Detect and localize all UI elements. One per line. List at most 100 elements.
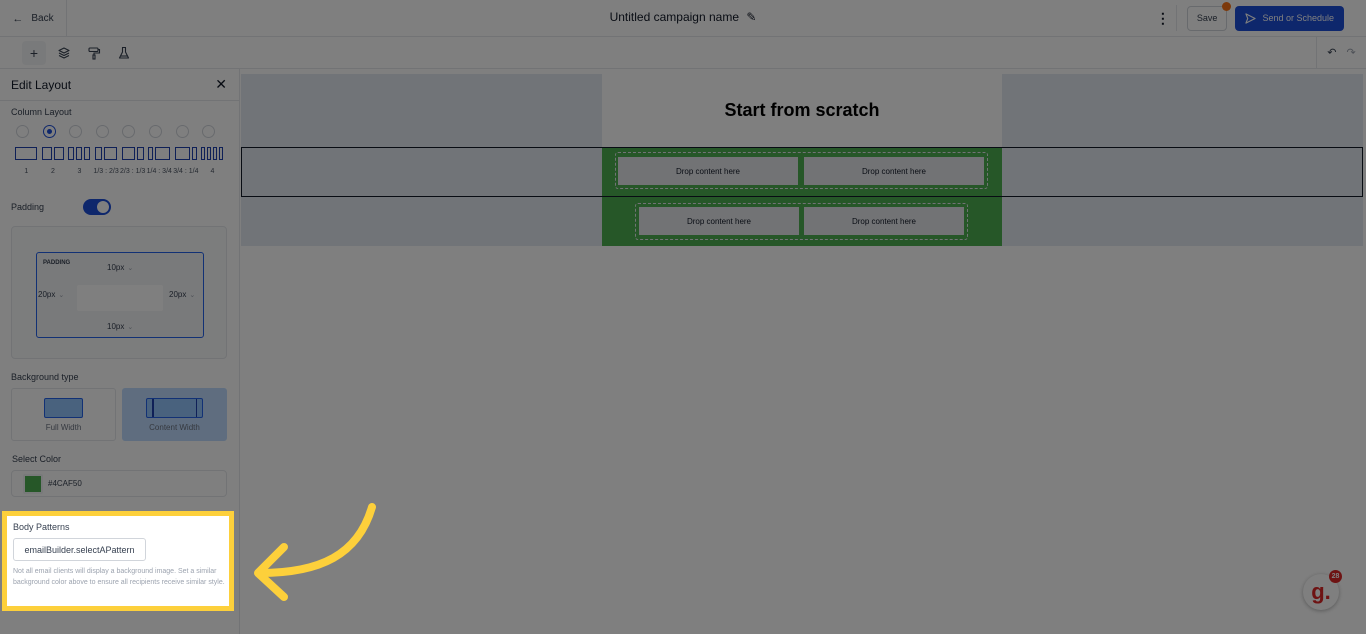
chevron-down-icon: ⌄ bbox=[127, 324, 134, 331]
style-tool-button[interactable] bbox=[82, 41, 106, 65]
padding-top-value: 10px bbox=[107, 263, 125, 272]
column-layout-label: Column Layout bbox=[11, 107, 72, 117]
content-width-icon bbox=[146, 397, 203, 418]
select-color-label: Select Color bbox=[12, 454, 62, 464]
column-layout-option[interactable]: 2 bbox=[40, 147, 67, 177]
padding-toggle[interactable] bbox=[83, 199, 111, 215]
column-layout-caption: 2 bbox=[50, 168, 55, 175]
column-layout-icon bbox=[41, 147, 64, 160]
drop-zone[interactable]: Drop content here bbox=[804, 207, 964, 235]
column-layout-option[interactable]: 4 bbox=[199, 147, 226, 177]
padding-bottom-select[interactable]: 10px ⌄ bbox=[107, 322, 133, 331]
email-heading: Start from scratch bbox=[724, 100, 880, 120]
column-layout-caption: 1 bbox=[24, 168, 29, 175]
column-layout-icon bbox=[15, 147, 38, 160]
select-pattern-label: emailBuilder.selectAPattern bbox=[24, 544, 135, 555]
drop-zone[interactable]: Drop content here bbox=[618, 157, 798, 185]
full-width-icon bbox=[44, 397, 83, 418]
background-content-width-option[interactable]: Content Width bbox=[122, 388, 227, 441]
column-layout-caption: 3/4 : 1/4 bbox=[173, 168, 199, 175]
flask-icon bbox=[118, 46, 130, 59]
drop-zone-label: Drop content here bbox=[851, 216, 917, 226]
panel-title: Edit Layout bbox=[11, 77, 72, 92]
column-layout-radio[interactable] bbox=[16, 125, 29, 138]
padding-top-select[interactable]: 10px ⌄ bbox=[107, 263, 133, 272]
history-controls: ↶ ↷ bbox=[1316, 37, 1366, 68]
column-layout-icon bbox=[121, 147, 144, 160]
padding-right-value: 20px bbox=[169, 290, 187, 299]
send-or-schedule-button[interactable]: Send or Schedule bbox=[1235, 5, 1344, 31]
column-layout-option[interactable]: 3/4 : 1/4 bbox=[173, 147, 200, 177]
background-full-width-option[interactable]: Full Width bbox=[11, 388, 116, 441]
divider bbox=[1175, 5, 1177, 31]
assistant-launcher[interactable]: g. 28 bbox=[1303, 570, 1342, 610]
send-icon bbox=[1245, 12, 1257, 24]
column-layout-options: 1 2 3 1/3 : 2/3 2/3 : 1/3 1/4 : 3/4 3/4 : 1/4 4 bbox=[13, 147, 226, 177]
email-canvas: Start from scratch Drop content here Dro… bbox=[240, 69, 1366, 634]
test-tool-button[interactable] bbox=[112, 41, 136, 65]
padding-content-preview bbox=[77, 285, 163, 311]
content-width-label: Content Width bbox=[149, 422, 200, 432]
unsaved-indicator-dot bbox=[1222, 1, 1232, 11]
column-layout-icon bbox=[68, 147, 91, 160]
column-layout-icon bbox=[174, 147, 197, 160]
column-layout-radio[interactable] bbox=[148, 125, 162, 138]
column-layout-radio[interactable] bbox=[42, 125, 56, 138]
top-actions: ⋮ Save Send or Schedule bbox=[1156, 1, 1344, 31]
pencil-icon[interactable]: ✎ bbox=[746, 10, 756, 24]
close-icon[interactable]: ✕ bbox=[215, 76, 227, 93]
email-heading-block[interactable]: Start from scratch bbox=[602, 74, 1002, 147]
column-layout-icon bbox=[201, 147, 224, 160]
padding-right-select[interactable]: 20px ⌄ bbox=[169, 290, 195, 299]
column-layout-caption: 1/3 : 2/3 bbox=[93, 168, 119, 175]
column-layout-radio[interactable] bbox=[175, 125, 189, 138]
full-width-label: Full Width bbox=[45, 422, 82, 432]
padding-bottom-value: 10px bbox=[107, 322, 125, 331]
selected-section[interactable]: Drop content here Drop content here Drop… bbox=[602, 147, 1002, 246]
drop-zone[interactable]: Drop content here bbox=[639, 207, 799, 235]
padding-left-select[interactable]: 20px ⌄ bbox=[38, 290, 64, 299]
layers-tool-button[interactable] bbox=[52, 41, 76, 65]
select-pattern-button[interactable]: emailBuilder.selectAPattern bbox=[13, 538, 146, 561]
undo-icon[interactable]: ↶ bbox=[1327, 46, 1336, 59]
color-picker-input[interactable]: #4CAF50 bbox=[11, 470, 227, 497]
more-options-icon[interactable]: ⋮ bbox=[1156, 11, 1170, 25]
send-label: Send or Schedule bbox=[1262, 13, 1334, 23]
body-patterns-label: Body Patterns bbox=[13, 522, 70, 532]
email-builder-app: ← Back Untitled campaign name ✎ ⋮ Save S… bbox=[0, 0, 1366, 634]
paint-roller-icon bbox=[88, 46, 101, 60]
column-layout-caption: 3 bbox=[77, 168, 82, 175]
top-bar: ← Back Untitled campaign name ✎ ⋮ Save S… bbox=[0, 0, 1366, 37]
padding-box: PADDING 10px ⌄ 20px ⌄ 20px ⌄ 10px ⌄ bbox=[36, 252, 204, 338]
column-layout-radio[interactable] bbox=[122, 125, 136, 138]
column-layout-option[interactable]: 1/4 : 3/4 bbox=[146, 147, 173, 177]
column-layout-radio[interactable] bbox=[202, 125, 216, 138]
column-layout-radio[interactable] bbox=[69, 125, 83, 138]
campaign-title-text: Untitled campaign name bbox=[609, 10, 739, 24]
add-tool-button[interactable]: + bbox=[22, 40, 46, 65]
column-layout-caption: 4 bbox=[210, 168, 215, 175]
body-patterns-highlight: Body Patterns emailBuilder.selectAPatter… bbox=[2, 511, 234, 611]
body-patterns-hint: Not all email clients will display a bac… bbox=[13, 568, 225, 586]
column-layout-option[interactable]: 3 bbox=[66, 147, 93, 177]
color-swatch[interactable] bbox=[23, 473, 43, 494]
drop-zone[interactable]: Drop content here bbox=[804, 157, 984, 185]
redo-icon[interactable]: ↷ bbox=[1347, 46, 1356, 59]
launcher-logo: g. bbox=[1311, 579, 1331, 604]
column-layout-caption: 1/4 : 3/4 bbox=[146, 168, 172, 175]
color-hex-value: #4CAF50 bbox=[48, 479, 82, 488]
column-layout-caption: 2/3 : 1/3 bbox=[120, 168, 146, 175]
chevron-down-icon: ⌄ bbox=[127, 265, 134, 272]
layers-icon bbox=[58, 46, 70, 59]
drop-zone-label: Drop content here bbox=[675, 166, 741, 176]
save-button[interactable]: Save bbox=[1186, 1, 1232, 31]
padding-editor: PADDING 10px ⌄ 20px ⌄ 20px ⌄ 10px ⌄ bbox=[11, 226, 227, 359]
notification-count-badge: 28 bbox=[1329, 570, 1342, 583]
plus-icon: + bbox=[29, 44, 39, 61]
column-layout-option[interactable]: 2/3 : 1/3 bbox=[119, 147, 146, 177]
column-layout-option[interactable]: 1 bbox=[13, 147, 40, 177]
column-layout-radio[interactable] bbox=[95, 125, 109, 138]
save-label: Save bbox=[1196, 13, 1218, 23]
column-layout-option[interactable]: 1/3 : 2/3 bbox=[93, 147, 120, 177]
chevron-down-icon: ⌄ bbox=[58, 292, 65, 299]
